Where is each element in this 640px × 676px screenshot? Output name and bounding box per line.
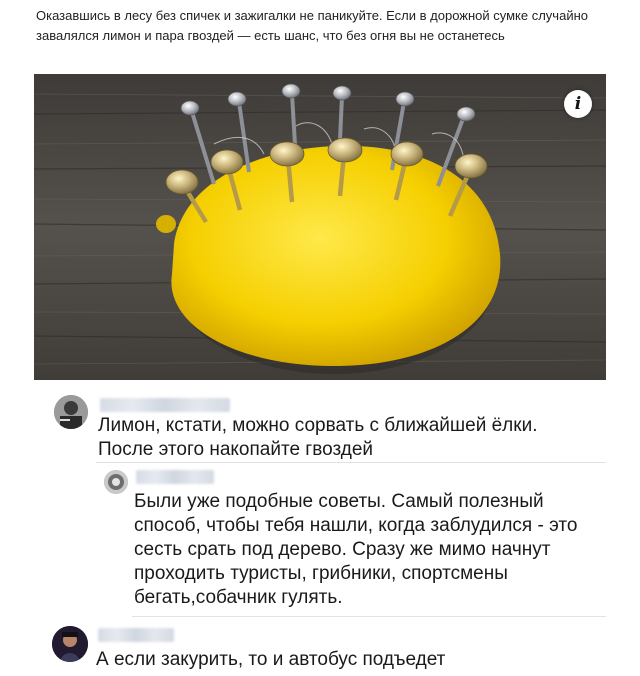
avatar[interactable] bbox=[104, 470, 128, 494]
comment-author-2[interactable] bbox=[136, 470, 214, 484]
comment-text-2: Были уже подобные советы. Самый полезный… bbox=[134, 491, 578, 608]
comment-author-3[interactable] bbox=[98, 628, 174, 642]
avatar-photo-icon bbox=[52, 626, 88, 662]
lemon-nails-image bbox=[34, 74, 606, 380]
avatar-photo-icon bbox=[104, 470, 128, 494]
comment-text-1: Лимон, кстати, можно сорвать с ближайшей… bbox=[98, 415, 538, 460]
divider bbox=[132, 616, 606, 617]
comment-text-3: А если закурить, то и автобус подъедет bbox=[96, 649, 446, 670]
avatar[interactable] bbox=[54, 395, 88, 429]
post-text: Оказавшись в лесу без спичек и зажигалки… bbox=[36, 8, 588, 43]
avatar-photo-icon bbox=[54, 395, 88, 429]
post-photo[interactable]: i bbox=[34, 74, 606, 380]
comment-author-1[interactable] bbox=[100, 398, 230, 412]
info-icon[interactable]: i bbox=[564, 90, 592, 118]
divider bbox=[96, 462, 606, 463]
avatar[interactable] bbox=[52, 626, 88, 662]
